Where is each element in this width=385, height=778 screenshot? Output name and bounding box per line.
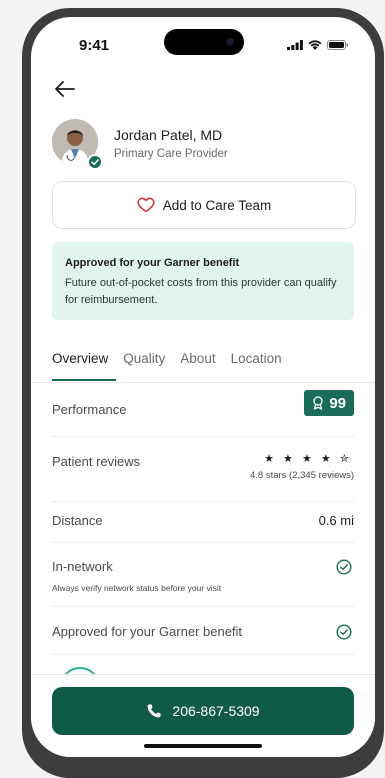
tab-about[interactable]: About	[180, 351, 215, 381]
tab-location[interactable]: Location	[231, 351, 282, 381]
performance-label: Performance	[52, 402, 127, 417]
call-provider-button[interactable]: 206-867-5309	[52, 687, 354, 735]
status-time: 9:41	[79, 37, 110, 54]
home-indicator	[144, 744, 262, 748]
distance-label: Distance	[52, 513, 103, 528]
status-bar: 9:41	[31, 17, 375, 69]
app-screen: 9:41 Jordan Patel, MD Primary Care Provi…	[31, 17, 375, 757]
add-to-care-team-button[interactable]: Add to Care Team	[52, 181, 356, 229]
provider-name: Jordan Patel, MD	[114, 127, 223, 143]
award-icon	[313, 396, 323, 410]
in-network-label: In-network	[52, 559, 113, 574]
add-to-care-team-label: Add to Care Team	[162, 197, 272, 213]
call-button-label: 206-867-5309	[172, 703, 260, 719]
wifi-icon	[308, 40, 322, 50]
benefit-notice-title: Approved for your Garner benefit	[65, 257, 240, 269]
patient-reviews-label: Patient reviews	[52, 454, 141, 469]
tab-quality[interactable]: Quality	[123, 351, 165, 381]
performance-score: 99	[329, 394, 346, 412]
benefit-notice-description: Future out-of-pocket costs from this pro…	[65, 277, 337, 306]
phone-icon	[147, 704, 161, 718]
check-circle-icon	[336, 624, 352, 640]
dynamic-island	[164, 29, 244, 55]
heart-icon	[137, 197, 155, 213]
provider-tabs: Overview Quality About Location	[52, 351, 282, 381]
in-network-row: In-network Always verify network status …	[52, 543, 354, 607]
check-circle-icon	[336, 559, 352, 575]
benefit-notice: Approved for your Garner benefit Future …	[52, 242, 354, 320]
provider-role: Primary Care Provider	[114, 148, 228, 160]
distance-value: 0.6 mi	[318, 513, 354, 528]
back-arrow-icon[interactable]	[53, 79, 77, 99]
verified-badge-icon	[87, 154, 103, 170]
battery-icon	[327, 40, 348, 50]
reviews-summary: 4.8 stars (2,345 reviews)	[249, 470, 354, 481]
approved-benefit-row: Approved for your Garner benefit	[52, 607, 354, 655]
performance-row[interactable]: Performance 99	[52, 383, 354, 437]
star-rating-icon: ★ ★ ★ ★ ✮	[264, 453, 352, 465]
signal-icon	[287, 40, 303, 50]
status-icons	[287, 40, 349, 50]
performance-score-badge: 99	[304, 390, 354, 416]
patient-reviews-row[interactable]: Patient reviews ★ ★ ★ ★ ✮ 4.8 stars (2,3…	[52, 437, 354, 502]
in-network-note: Always verify network status before your…	[52, 583, 222, 593]
distance-row: Distance 0.6 mi	[52, 502, 354, 543]
approved-benefit-label: Approved for your Garner benefit	[52, 624, 243, 639]
tab-overview[interactable]: Overview	[52, 351, 117, 381]
